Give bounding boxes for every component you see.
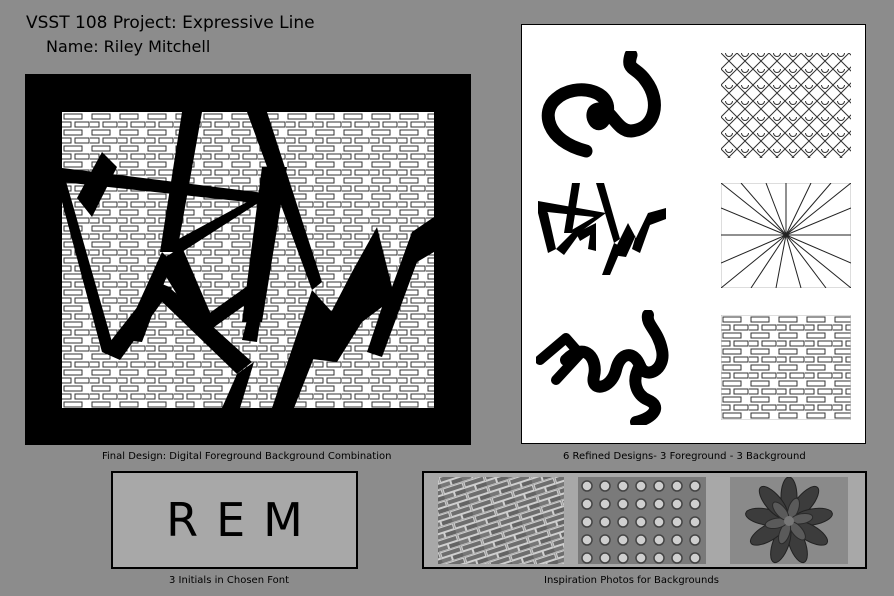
initials-caption: 3 Initials in Chosen Font: [169, 575, 289, 586]
inspiration-caption: Inspiration Photos for Backgrounds: [544, 575, 719, 586]
foreground-design-1: [536, 51, 671, 161]
final-design-caption: Final Design: Digital Foreground Backgro…: [102, 451, 392, 462]
student-name: Name: Riley Mitchell: [46, 37, 211, 56]
succulent-plant-photo: [730, 477, 848, 564]
initials-text: REM: [166, 493, 321, 547]
background-design-3: [721, 315, 851, 420]
final-design-artwork: [62, 112, 434, 408]
dotted-tile-photo: [578, 477, 706, 564]
inspiration-photos-panel: [422, 471, 867, 569]
foreground-design-2: [536, 183, 671, 275]
project-title: VSST 108 Project: Expressive Line: [26, 13, 315, 33]
background-design-2: [721, 183, 851, 288]
refined-designs-caption: 6 Refined Designs- 3 Foreground - 3 Back…: [563, 451, 806, 462]
initials-panel: REM: [111, 471, 358, 569]
brick-wall-photo: [438, 477, 564, 564]
foreground-design-3: [536, 310, 671, 425]
final-design-panel: [25, 74, 471, 445]
refined-designs-panel: [521, 24, 866, 444]
background-design-1: [721, 53, 851, 158]
